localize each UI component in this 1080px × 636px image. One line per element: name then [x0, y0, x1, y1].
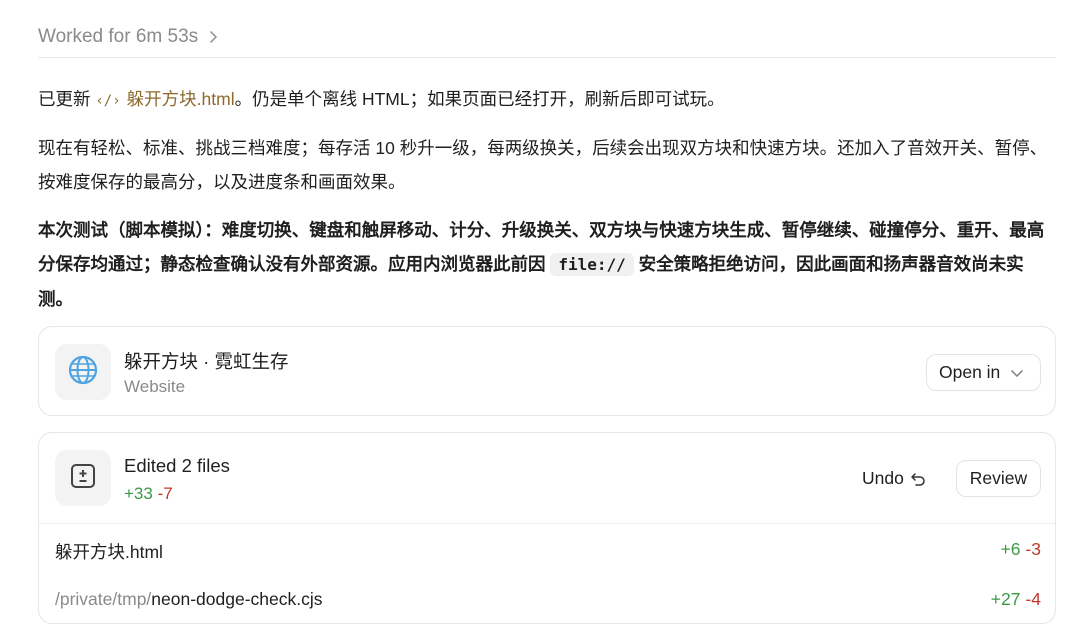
- lines-removed: -7: [157, 484, 173, 503]
- lines-added: +33: [124, 484, 153, 503]
- diff-icon: [69, 462, 97, 495]
- p1-prefix: 已更新: [38, 89, 91, 109]
- file-path: 躲开方块.html: [55, 539, 163, 564]
- edited-files-card: Edited 2 files +33 -7 Undo Review 躲开方块.h…: [38, 432, 1056, 624]
- file-lines-removed: -4: [1025, 589, 1041, 609]
- file-lines-added: +6: [1000, 539, 1021, 559]
- p1-suffix: 。仍是单个离线 HTML；如果页面已经打开，刷新后即可试玩。: [234, 89, 725, 109]
- globe-icon: [67, 354, 99, 391]
- chevron-down-icon: [1010, 368, 1024, 378]
- header-divider: [38, 57, 1056, 58]
- website-title: 躲开方块 · 霓虹生存: [124, 351, 289, 372]
- code-icon: ‹/›: [95, 93, 121, 109]
- message-paragraph-2: 现在有轻松、标准、挑战三档难度；每存活 10 秒升一级，每两级换关，后续会出现双…: [38, 138, 1048, 192]
- website-subtitle: Website: [124, 377, 186, 396]
- file-name: neon-dodge-check.cjs: [151, 589, 323, 609]
- undo-label: Undo: [862, 468, 904, 488]
- review-button[interactable]: Review: [956, 460, 1041, 497]
- files-divider: [39, 523, 1055, 524]
- worked-label: Worked for 6m 53s: [38, 26, 199, 47]
- file-lines-removed: -3: [1025, 539, 1041, 559]
- undo-button[interactable]: Undo: [862, 468, 926, 489]
- edited-files-stats: +33 -7: [124, 484, 173, 504]
- file-path-prefix: /private/tmp/: [55, 589, 152, 609]
- message-paragraph-1: 已更新 ‹/› 躲开方块.html。仍是单个离线 HTML；如果页面已经打开，刷新…: [38, 82, 1056, 118]
- file-link-label: 躲开方块.html: [126, 89, 235, 109]
- file-stats: +6 -3: [1000, 539, 1041, 564]
- open-in-button[interactable]: Open in: [926, 354, 1041, 391]
- file-stats: +27 -4: [991, 589, 1041, 610]
- website-card[interactable]: 躲开方块 · 霓虹生存 Website Open in: [38, 326, 1056, 416]
- chevron-right-icon: [208, 30, 218, 44]
- file-link[interactable]: ‹/› 躲开方块.html: [95, 89, 234, 109]
- open-in-label: Open in: [939, 362, 1001, 382]
- file-row[interactable]: 躲开方块.html +6 -3: [55, 539, 1041, 564]
- file-path: /private/tmp/neon-dodge-check.cjs: [55, 589, 323, 610]
- file-lines-added: +27: [990, 589, 1021, 609]
- website-tile: [55, 344, 111, 400]
- file-name: 躲开方块.html: [55, 542, 163, 562]
- undo-icon: [910, 471, 926, 487]
- file-row[interactable]: /private/tmp/neon-dodge-check.cjs +27 -4: [55, 589, 1041, 610]
- worked-duration-toggle[interactable]: Worked for 6m 53s: [38, 26, 218, 48]
- inline-code: file://: [550, 253, 634, 276]
- message-paragraph-3: 本次测试（脚本模拟）：难度切换、键盘和触屏移动、计分、升级换关、双方块与快速方块…: [38, 213, 1056, 316]
- edited-files-title: Edited 2 files: [124, 455, 230, 476]
- diff-tile: [55, 450, 111, 506]
